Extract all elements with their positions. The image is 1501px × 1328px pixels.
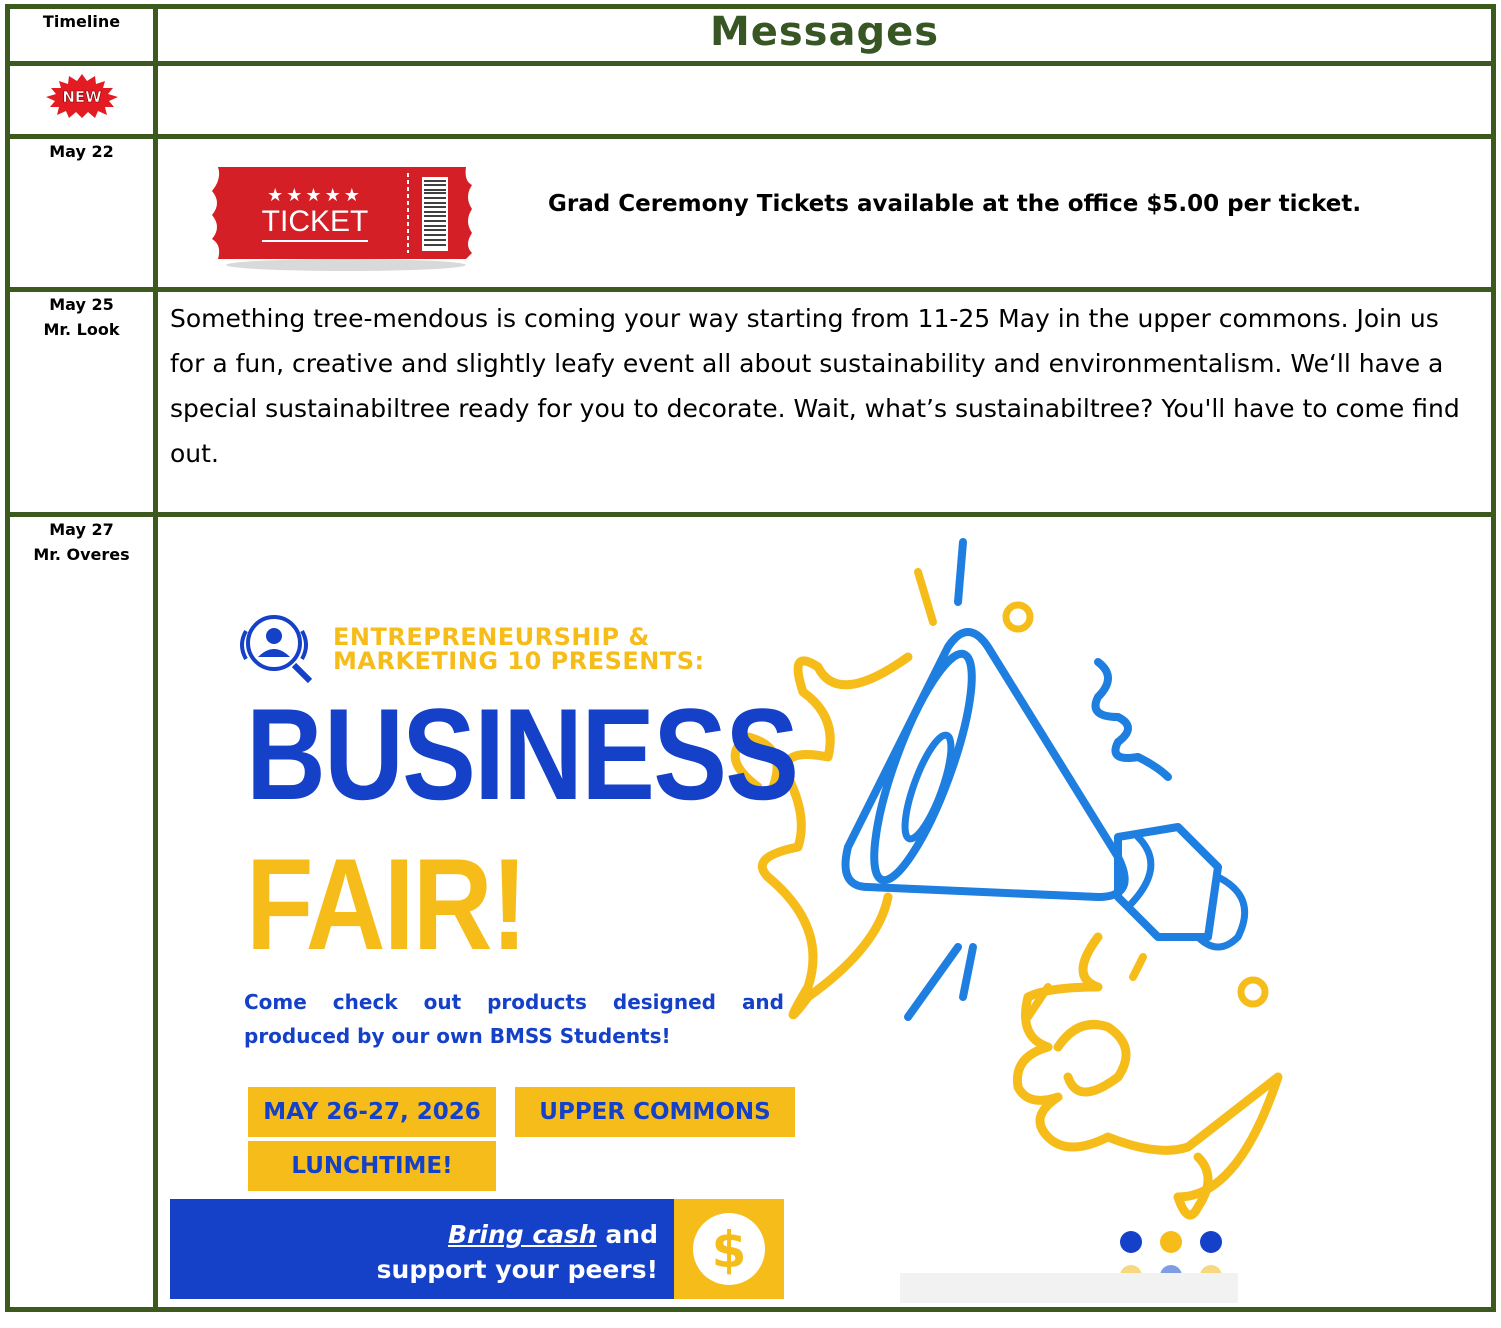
messages-page: Timeline Messages NEW May 22 ★★★★★ TICKE…	[0, 0, 1501, 1328]
new-message-cell	[153, 61, 1496, 139]
message-cell: Something tree-mendous is coming your wa…	[153, 287, 1496, 517]
date-tag: MAY 26-27, 2026	[248, 1087, 496, 1137]
timeline-cell: May 25 Mr. Look	[5, 287, 158, 517]
ticket-icon: ★★★★★ TICKET	[212, 167, 472, 271]
megaphone-illustration	[730, 538, 1283, 1287]
messages-table: Timeline Messages NEW May 22 ★★★★★ TICKE…	[5, 4, 1496, 1312]
cash-line-1: and	[596, 1220, 658, 1249]
message-row: May 27 Mr. Overes ENTREPRENEURSHIP & MAR…	[5, 512, 1496, 1312]
message-row: May 22 ★★★★★ TICKET Grad Ceremony Ticket…	[5, 134, 1496, 292]
fair-title: FAIR!	[246, 831, 528, 977]
message-text: Grad Ceremony Tickets available at the o…	[548, 191, 1362, 217]
business-title: BUSINESS	[246, 681, 799, 827]
time-tag: LUNCHTIME!	[248, 1141, 496, 1191]
message-author: Mr. Overes	[33, 545, 130, 564]
presents-line-2: MARKETING 10 PRESENTS:	[333, 647, 705, 675]
message-cell: ★★★★★ TICKET Grad Ceremony Tickets avail…	[153, 134, 1496, 292]
timeline-cell: May 27 Mr. Overes	[5, 512, 158, 1312]
header-row: Timeline Messages	[5, 4, 1496, 66]
message-row: May 25 Mr. Look Something tree-mendous i…	[5, 287, 1496, 517]
search-user-icon	[240, 615, 313, 684]
messages-title: Messages	[153, 4, 1496, 66]
poster-description: Come check out products designed and pro…	[244, 990, 784, 1048]
business-fair-poster: ENTREPRENEURSHIP & MARKETING 10 PRESENTS…	[158, 517, 1478, 1307]
new-badge-icon: NEW	[45, 74, 118, 118]
cash-emphasis: Bring cash	[448, 1220, 597, 1249]
message-date: May 22	[49, 142, 114, 161]
message-text: Something tree-mendous is coming your wa…	[170, 304, 1460, 468]
new-badge-text: NEW	[62, 88, 102, 106]
message-author: Mr. Look	[43, 320, 120, 339]
new-row: NEW	[5, 61, 1496, 139]
timeline-header: Timeline	[5, 4, 158, 66]
message-date: May 25	[49, 295, 114, 314]
ticket-announcement: ★★★★★ TICKET Grad Ceremony Tickets avail…	[158, 139, 1491, 287]
dollar-icon-box: $	[674, 1199, 784, 1299]
carousel-dots	[900, 1273, 1238, 1303]
presents-heading: ENTREPRENEURSHIP & MARKETING 10 PRESENTS…	[333, 625, 705, 673]
cash-line-2: support your peers!	[376, 1255, 658, 1284]
cash-banner: Bring cash and support your peers!	[170, 1199, 674, 1299]
dollar-sign: $	[712, 1221, 747, 1279]
timeline-cell: May 22	[5, 134, 158, 292]
ticket-word: TICKET	[262, 205, 369, 238]
location-tag: UPPER COMMONS	[515, 1087, 795, 1137]
ticket-stars: ★★★★★	[267, 185, 363, 206]
message-cell: ENTREPRENEURSHIP & MARKETING 10 PRESENTS…	[153, 512, 1496, 1312]
presents-line-1: ENTREPRENEURSHIP &	[333, 623, 650, 651]
dollar-icon: $	[693, 1213, 765, 1285]
message-date: May 27	[49, 520, 114, 539]
new-cell: NEW	[5, 61, 158, 139]
